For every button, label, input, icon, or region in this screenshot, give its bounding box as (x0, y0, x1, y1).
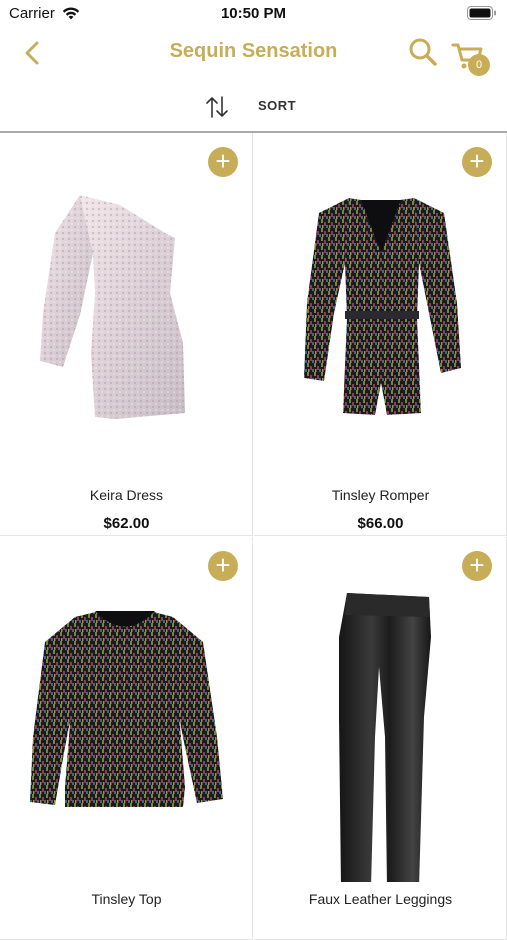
product-card[interactable]: + Faux Leather Leggings (254, 537, 507, 940)
add-to-cart-button[interactable]: + (208, 551, 238, 581)
product-card[interactable]: + Tinsley Top (0, 537, 253, 940)
status-time: 10:50 PM (220, 5, 287, 22)
product-price: $66.00 (357, 515, 404, 532)
add-to-cart-button[interactable]: + (208, 147, 238, 177)
sort-arrows-icon[interactable] (204, 94, 230, 120)
product-image[interactable] (25, 587, 228, 882)
nav-bar: Sequin Sensation 0 (0, 28, 507, 78)
product-name[interactable]: Faux Leather Leggings (254, 891, 506, 907)
search-icon (409, 38, 437, 66)
sort-label[interactable]: SORT (258, 98, 296, 113)
product-name[interactable]: Keira Dress (0, 487, 252, 503)
product-card[interactable]: + (0, 133, 253, 536)
add-to-cart-button[interactable]: + (462, 551, 492, 581)
product-card[interactable]: + (254, 133, 507, 536)
search-button[interactable] (407, 36, 439, 68)
status-bar: Carrier 10:50 PM (0, 0, 507, 28)
battery-icon (467, 6, 497, 25)
cart-count-badge: 0 (468, 54, 490, 76)
product-image[interactable] (25, 183, 228, 478)
product-image[interactable] (279, 183, 482, 478)
product-name[interactable]: Tinsley Romper (254, 487, 506, 503)
product-image[interactable] (279, 587, 482, 887)
add-to-cart-button[interactable]: + (462, 147, 492, 177)
product-name[interactable]: Tinsley Top (0, 891, 252, 907)
sort-bar[interactable]: SORT (0, 86, 507, 126)
product-grid: + Keira Dress $62.00 + Tinsley Romper $6… (0, 133, 507, 940)
product-price: $62.00 (103, 515, 150, 532)
